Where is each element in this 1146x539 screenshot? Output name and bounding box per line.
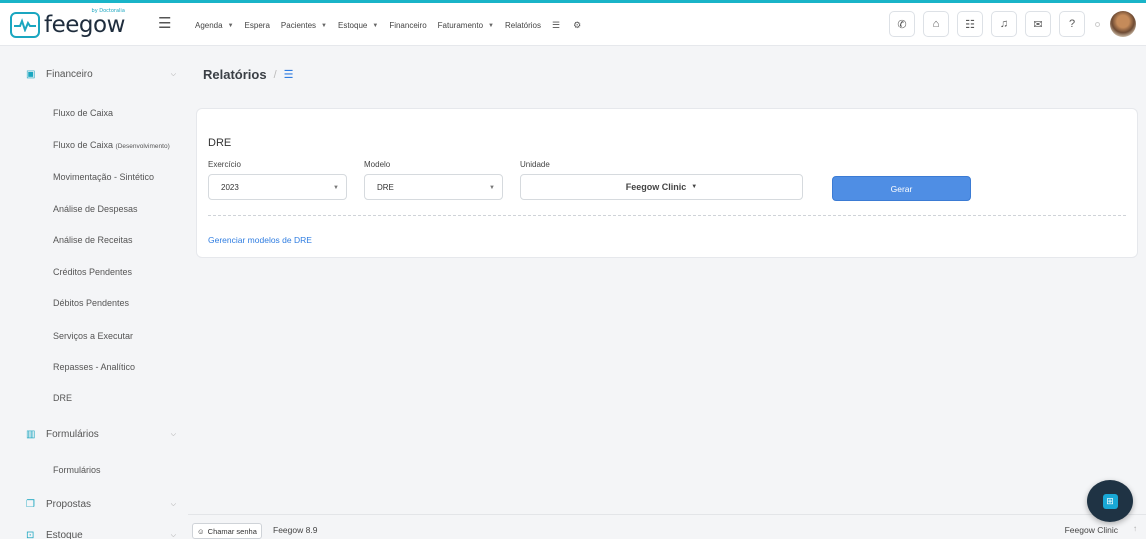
help-icon[interactable]: ? (1059, 11, 1085, 37)
chevron-down-icon: ▼ (333, 185, 339, 191)
manage-dre-models-link[interactable]: Gerenciar modelos de DRE (208, 235, 312, 245)
sidebar-item-despesas[interactable]: Análise de Despesas (53, 204, 138, 214)
brand-name: feegow (44, 12, 125, 38)
inbox-icon[interactable]: ⌂ (923, 11, 949, 37)
avatar[interactable] (1110, 11, 1136, 37)
box-icon: ⊡ (26, 530, 35, 539)
sidebar-item-creditos[interactable]: Créditos Pendentes (53, 267, 132, 277)
chevron-down-icon: ⌵ (170, 531, 176, 539)
top-bar: feegow by Doctoralia ☰ Agenda ▼ Espera Pa… (0, 0, 1146, 46)
main-nav: Agenda ▼ Espera Pacientes ▼ Estoque ▼ Finan… (195, 20, 594, 31)
people-icon: ☺ (197, 526, 205, 536)
top-actions: ✆ ⌂ ☷ ♫ ✉ ? (881, 11, 1136, 37)
breadcrumb: Relatórios / ☰ (203, 67, 294, 82)
logo-icon (10, 12, 40, 38)
chamar-senha-button[interactable]: ☺ Chamar senha (192, 523, 262, 539)
chevron-down-icon: ⌵ (170, 500, 176, 508)
copy-icon: ❐ (26, 499, 35, 510)
chevron-down-icon: ⌵ (170, 430, 176, 438)
unidade-label: Unidade (520, 160, 550, 169)
nav-espera[interactable]: Espera (245, 21, 270, 30)
sidebar-item-dre[interactable]: DRE (53, 393, 72, 403)
chat-icon[interactable]: ✉ (1025, 11, 1051, 37)
nav-estoque[interactable]: Estoque ▼ (338, 21, 378, 30)
chat-widget-button[interactable]: ⊞ (1087, 480, 1133, 522)
sidebar: ▣ Financeiro ⌵ Fluxo de Caixa Fluxo de C… (0, 46, 188, 539)
sidebar-item-debitos[interactable]: Débitos Pendentes (53, 298, 129, 308)
chevron-down-icon: ▼ (691, 184, 698, 190)
chevron-down-icon: ▼ (488, 22, 494, 29)
database-icon[interactable]: ☰ (552, 20, 560, 31)
unidade-select[interactable]: Feegow Clinic ▼ (520, 174, 803, 200)
gear-icon[interactable]: ⚙ (573, 20, 581, 31)
nav-relatorios[interactable]: Relatórios (505, 21, 541, 30)
chevron-down-icon: ▼ (321, 22, 327, 29)
list-icon[interactable]: ☰ (284, 68, 294, 81)
status-indicator (1095, 21, 1100, 27)
chevron-down-icon: ▼ (372, 22, 379, 29)
modelo-label: Modelo (364, 160, 391, 169)
bell-icon[interactable]: ♫ (991, 11, 1017, 37)
page-title: Relatórios (203, 67, 267, 82)
brand-sub: by Doctoralia (91, 8, 125, 14)
nav-agenda[interactable]: Agenda ▼ (195, 21, 234, 30)
chevron-down-icon: ▼ (227, 22, 234, 29)
form-title: DRE (208, 137, 232, 149)
sidebar-group-formularios[interactable]: ▥ Formulários ⌵ (26, 429, 176, 440)
menu-icon[interactable]: ☰ (158, 14, 171, 32)
footer: ☺ Chamar senha Feegow 8.9 Feegow Clinic ↑ (188, 514, 1146, 539)
modelo-select[interactable]: DRE ▼ (364, 174, 503, 200)
sidebar-item-formularios[interactable]: Formulários (53, 465, 101, 475)
sidebar-item-repasses[interactable]: Repasses - Analítico (53, 362, 135, 372)
exercicio-label: Exercício (208, 160, 241, 169)
nav-faturamento[interactable]: Faturamento ▼ (438, 21, 494, 30)
gerar-button[interactable]: Gerar (832, 176, 971, 201)
divider (208, 215, 1126, 216)
tasks-icon[interactable]: ☷ (957, 11, 983, 37)
chart-icon: ▥ (26, 429, 36, 440)
clinic-name: Feegow Clinic (1064, 525, 1118, 535)
nav-pacientes[interactable]: Pacientes ▼ (281, 21, 327, 30)
dre-form-card: DRE Exercício 2023 ▼ Modelo DRE ▼ Unidad… (196, 108, 1138, 258)
sidebar-item-movimentacao[interactable]: Movimentação - Sintético (53, 172, 154, 182)
sidebar-item-fluxo-caixa[interactable]: Fluxo de Caixa (53, 108, 113, 118)
sidebar-item-servicos[interactable]: Serviços a Executar (53, 331, 133, 341)
breadcrumb-separator: / (273, 68, 277, 81)
chevron-down-icon: ⌵ (170, 70, 176, 78)
phone-icon[interactable]: ✆ (889, 11, 915, 37)
version-text: Feegow 8.9 (273, 525, 318, 535)
sidebar-group-financeiro[interactable]: ▣ Financeiro ⌵ (26, 69, 176, 80)
exercicio-select[interactable]: 2023 ▼ (208, 174, 347, 200)
sidebar-item-receitas[interactable]: Análise de Receitas (53, 235, 133, 245)
chevron-down-icon: ▼ (489, 185, 495, 191)
sidebar-group-estoque[interactable]: ⊡ Estoque ⌵ (26, 530, 176, 539)
sidebar-group-propostas[interactable]: ❐ Propostas ⌵ (26, 499, 176, 510)
arrow-up-icon[interactable]: ↑ (1133, 524, 1137, 533)
nav-financeiro[interactable]: Financeiro (389, 21, 426, 30)
feegow-logo[interactable]: feegow by Doctoralia (10, 8, 125, 40)
chat-widget-icon: ⊞ (1102, 493, 1118, 509)
money-icon: ▣ (26, 69, 36, 80)
sidebar-item-fluxo-caixa-dev[interactable]: Fluxo de Caixa (Desenvolvimento) (53, 140, 170, 150)
